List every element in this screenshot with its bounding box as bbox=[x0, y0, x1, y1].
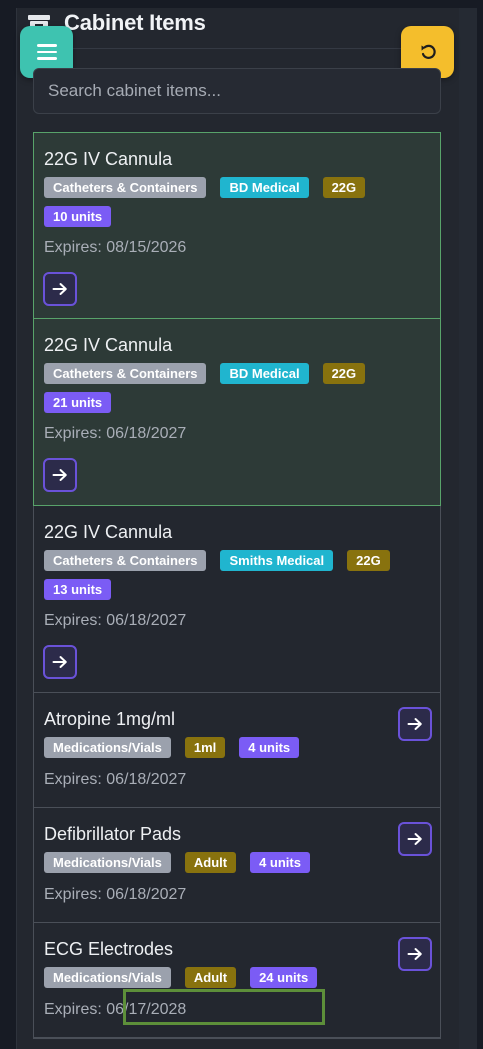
cabinet-item-card[interactable]: ECG Electrodes Medications/Vials Adult 24 u… bbox=[33, 923, 441, 1038]
item-badges: Medications/Vials Adult 24 units bbox=[44, 967, 384, 988]
manufacturer-badge: BD Medical bbox=[220, 363, 309, 384]
expiry-date: Expires: 08/15/2026 bbox=[44, 239, 187, 256]
open-item-button[interactable] bbox=[43, 272, 77, 306]
arrow-right-icon bbox=[407, 948, 422, 960]
cabinet-item-card[interactable]: 22G IV Cannula Catheters & Containers BD M… bbox=[33, 319, 441, 506]
category-badge: Catheters & Containers bbox=[44, 177, 207, 198]
item-name: Atropine 1mg/ml bbox=[44, 709, 176, 729]
open-item-button[interactable] bbox=[398, 707, 432, 741]
category-badge: Catheters & Containers bbox=[44, 550, 207, 571]
quantity-badge: 4 units bbox=[250, 852, 310, 873]
manufacturer-badge: Smiths Medical bbox=[220, 550, 334, 571]
search-input[interactable] bbox=[33, 68, 441, 114]
quantity-badge: 13 units bbox=[44, 579, 112, 600]
item-badges: Medications/Vials Adult 4 units bbox=[44, 852, 384, 873]
size-badge: Adult bbox=[184, 967, 237, 988]
arrow-right-icon bbox=[52, 283, 67, 295]
open-item-button[interactable] bbox=[398, 822, 432, 856]
item-name: Defibrillator Pads bbox=[44, 824, 182, 844]
open-item-button[interactable] bbox=[43, 645, 77, 679]
quantity-badge: 10 units bbox=[44, 206, 112, 227]
category-badge: Medications/Vials bbox=[44, 852, 171, 873]
item-name: 22G IV Cannula bbox=[44, 149, 173, 169]
item-name: ECG Electrodes bbox=[44, 939, 174, 959]
arrow-right-icon bbox=[52, 469, 67, 481]
cabinet-item-card[interactable]: 22G IV Cannula Catheters & Containers Smit… bbox=[33, 506, 441, 693]
page-title: Cabinet Items bbox=[64, 10, 206, 35]
expiry-date: Expires: 06/18/2027 bbox=[44, 425, 187, 442]
manufacturer-badge: BD Medical bbox=[220, 177, 309, 198]
cabinet-item-card[interactable]: Atropine 1mg/ml Medications/Vials 1ml 4 uni… bbox=[33, 693, 441, 808]
scroll-gutter[interactable] bbox=[459, 8, 477, 1049]
size-badge: 22G bbox=[322, 363, 366, 384]
size-badge: 22G bbox=[322, 177, 366, 198]
size-badge: Adult bbox=[184, 852, 237, 873]
size-badge: 1ml bbox=[184, 737, 226, 758]
cabinet-item-card[interactable]: Defibrillator Pads Medications/Vials Adult… bbox=[33, 808, 441, 923]
open-item-button[interactable] bbox=[398, 937, 432, 971]
arrow-right-icon bbox=[52, 656, 67, 668]
open-item-button[interactable] bbox=[43, 458, 77, 492]
item-name: 22G IV Cannula bbox=[44, 335, 173, 355]
item-badges: Catheters & Containers Smiths Medical 22G 1… bbox=[44, 550, 424, 600]
item-name: 22G IV Cannula bbox=[44, 522, 173, 542]
item-badges: Catheters & Containers BD Medical 22G 10 un… bbox=[44, 177, 424, 227]
divider bbox=[33, 1038, 441, 1039]
cabinet-item-list: 22G IV Cannula Catheters & Containers BD M… bbox=[33, 132, 441, 1038]
divider bbox=[33, 48, 441, 49]
expiry-date: Expires: 06/18/2027 bbox=[44, 771, 187, 788]
size-badge: 22G bbox=[347, 550, 390, 571]
expiry-date: Expires: 06/17/2028 bbox=[44, 1001, 187, 1018]
hamburger-icon bbox=[36, 44, 57, 47]
category-badge: Medications/Vials bbox=[44, 967, 171, 988]
undo-icon bbox=[421, 44, 436, 59]
quantity-badge: 4 units bbox=[239, 737, 300, 758]
category-badge: Catheters & Containers bbox=[44, 363, 207, 384]
expiry-date: Expires: 06/18/2027 bbox=[44, 612, 187, 629]
item-badges: Catheters & Containers BD Medical 22G 21 un… bbox=[44, 363, 424, 413]
category-badge: Medications/Vials bbox=[44, 737, 171, 758]
item-badges: Medications/Vials 1ml 4 units bbox=[44, 737, 384, 758]
quantity-badge: 21 units bbox=[44, 392, 112, 413]
arrow-right-icon bbox=[407, 718, 422, 730]
cabinet-item-card[interactable]: 22G IV Cannula Catheters & Containers BD M… bbox=[33, 132, 441, 319]
expiry-date: Expires: 06/18/2027 bbox=[44, 886, 187, 903]
quantity-badge: 24 units bbox=[250, 967, 318, 988]
arrow-right-icon bbox=[407, 833, 422, 845]
